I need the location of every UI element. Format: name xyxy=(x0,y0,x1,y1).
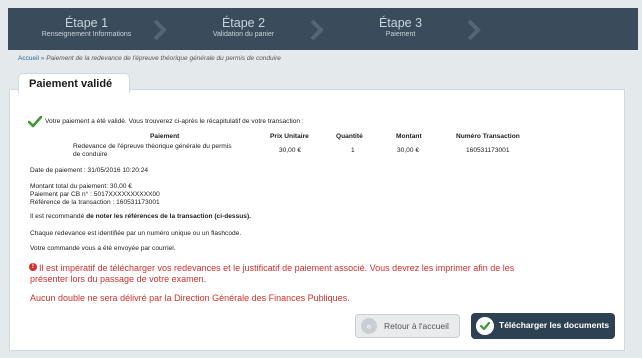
breadcrumb-current: Paiement de la redevance de l'épreuve th… xyxy=(46,55,281,62)
step-2-subtitle: Validation du panier xyxy=(212,31,275,38)
step-1-subtitle: Renseignement Informations xyxy=(41,31,132,38)
step-1: Étape 1 Renseignement Informations xyxy=(8,8,167,50)
warning-line3: Aucun double ne sera délivré par la Dire… xyxy=(30,293,350,303)
payment-total: Montant total du paiement: 30,00 € xyxy=(30,183,132,190)
step-3: Étape 3 Paiement xyxy=(322,8,481,50)
recommend-note: Il est recommandé de noter les référence… xyxy=(30,213,251,220)
row-quantity: 1 xyxy=(351,147,355,154)
transaction-reference: Référence de la transaction : 1605311730… xyxy=(30,199,160,206)
tab-joint xyxy=(19,88,129,91)
col-header-amount: Montant xyxy=(396,133,422,140)
payment-card: Paiement par CB n° : 5017XXXXXXXXXX00 xyxy=(30,191,160,198)
step-3-label: Étape 3 xyxy=(378,16,423,30)
recommend-prefix: Il est recommandé xyxy=(30,213,87,220)
content-panel xyxy=(9,89,625,351)
step-bar: Étape 1 Renseignement Informations Étape… xyxy=(8,8,638,50)
warning-icon: ! xyxy=(29,263,37,271)
col-header-quantity: Quantité xyxy=(336,133,363,140)
download-documents-button[interactable]: Télécharger les documents xyxy=(471,313,615,339)
back-to-home-button[interactable]: « Retour à l'accueil xyxy=(355,314,460,338)
checkmark-icon xyxy=(28,116,42,128)
chevron-right-icon xyxy=(467,19,481,41)
row-payment-line2: de conduire xyxy=(73,151,108,158)
col-header-transaction: Numéro Transaction xyxy=(456,133,520,140)
confirmation-message: Votre paiement a été validé. Vous trouve… xyxy=(45,118,304,125)
col-header-payment: Paiement xyxy=(150,133,180,140)
breadcrumb: Accueil » Paiement de la redevance de l'… xyxy=(18,55,281,62)
recommend-bold: de noter les références de la transactio… xyxy=(86,213,251,220)
row-transaction: 160531173001 xyxy=(466,147,510,154)
row-unit-price: 30,00 € xyxy=(279,147,301,154)
row-payment-line1: Redevance de l'épreuve théorique général… xyxy=(73,143,232,150)
download-documents-label: Télécharger les documents xyxy=(499,320,610,330)
row-amount: 30,00 € xyxy=(397,147,419,154)
check-circle-icon xyxy=(476,317,494,335)
double-chevron-left-icon: « xyxy=(361,318,377,334)
warning-line2: présenter lors du passage de votre exame… xyxy=(30,274,207,284)
breadcrumb-home-link[interactable]: Accueil xyxy=(18,55,39,62)
step-3-subtitle: Paiement xyxy=(385,31,416,38)
payment-date: Date de paiement : 31/05/2016 10:20:24 xyxy=(30,167,149,174)
unique-id-note: Chaque redevance est identifiée par un n… xyxy=(30,230,242,237)
col-header-unit-price: Prix Unitaire xyxy=(270,133,309,140)
email-note: Votre commande vous a été envoyée par co… xyxy=(30,245,176,252)
step-2-label: Étape 2 xyxy=(221,16,266,30)
step-2: Étape 2 Validation du panier xyxy=(165,8,324,50)
back-to-home-label: Retour à l'accueil xyxy=(384,321,449,331)
step-1-label: Étape 1 xyxy=(64,16,109,30)
warning-line1: Il est impératif de télécharger vos rede… xyxy=(39,263,515,273)
